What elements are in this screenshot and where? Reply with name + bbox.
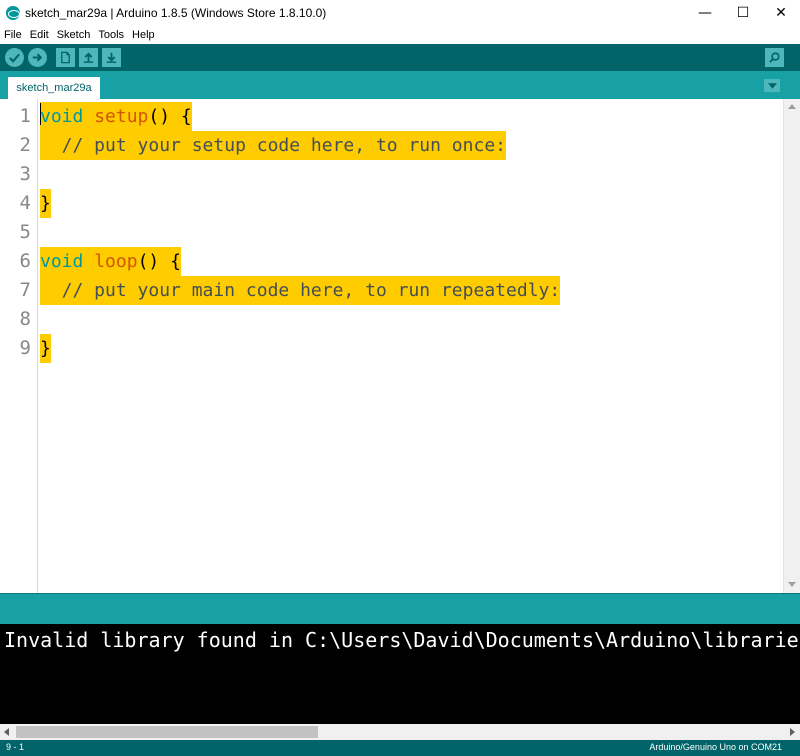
upload-button[interactable]: [28, 48, 47, 67]
verify-button[interactable]: [5, 48, 24, 67]
line-number: 6: [19, 250, 31, 272]
magnifier-icon: [769, 52, 780, 63]
keyword: void: [40, 251, 84, 272]
code-line: void loop() {: [40, 247, 181, 276]
line-number: 4: [19, 192, 31, 214]
scroll-right-icon[interactable]: [790, 728, 795, 736]
save-button[interactable]: [102, 48, 121, 67]
function-name: setup: [94, 106, 149, 127]
menu-help[interactable]: Help: [128, 29, 159, 41]
chevron-down-icon: [767, 82, 777, 89]
serial-monitor-button[interactable]: [765, 48, 784, 67]
tab-sketch[interactable]: sketch_mar29a: [8, 77, 100, 99]
new-button[interactable]: [56, 48, 75, 67]
minimize-button[interactable]: —: [686, 0, 724, 26]
line-number: 9: [19, 337, 31, 359]
board-port-label: Arduino/Genuino Uno on COM21: [649, 742, 782, 752]
console-output[interactable]: Invalid library found in C:\Users\David\…: [0, 624, 800, 724]
tab-bar: sketch_mar29a: [0, 71, 800, 99]
menu-sketch[interactable]: Sketch: [53, 29, 95, 41]
menu-bar: File Edit Sketch Tools Help: [0, 26, 800, 44]
cursor-position: 9 - 1: [6, 742, 25, 752]
line-number: 3: [19, 163, 31, 185]
verify-icon: [9, 53, 20, 63]
window-controls: — ☐ ✕: [686, 0, 800, 26]
vertical-scrollbar[interactable]: [783, 99, 800, 593]
code-line: }: [40, 334, 51, 363]
code-line: }: [40, 189, 51, 218]
code-line: void setup() {: [40, 102, 192, 131]
line-number: 8: [19, 308, 31, 330]
keyword: void: [40, 106, 84, 127]
line-number: 7: [19, 279, 31, 301]
window-title: sketch_mar29a | Arduino 1.8.5 (Windows S…: [25, 6, 327, 20]
menu-tools[interactable]: Tools: [94, 29, 128, 41]
title-bar: sketch_mar29a | Arduino 1.8.5 (Windows S…: [0, 0, 800, 26]
scrollbar-thumb[interactable]: [16, 726, 318, 738]
tab-menu-button[interactable]: [764, 79, 780, 92]
maximize-button[interactable]: ☐: [724, 0, 762, 26]
arduino-logo-icon: [6, 6, 20, 20]
punctuation: () {: [137, 251, 181, 272]
scroll-up-icon[interactable]: [788, 104, 796, 109]
code-editor[interactable]: 1 2 3 4 5 6 7 8 9 void setup() { // put …: [0, 99, 800, 593]
bottom-status-bar: 9 - 1 Arduino/Genuino Uno on COM21: [0, 740, 800, 756]
line-number: 5: [19, 221, 31, 243]
line-number: 1: [19, 105, 31, 127]
upload-icon: [32, 53, 43, 62]
toolbar: [0, 44, 800, 71]
code-line: // put your main code here, to run repea…: [40, 276, 561, 305]
open-button[interactable]: [79, 48, 98, 67]
code-line: // put your setup code here, to run once…: [40, 131, 506, 160]
function-name: loop: [94, 251, 138, 272]
scroll-down-icon[interactable]: [788, 582, 796, 587]
punctuation: () {: [148, 106, 192, 127]
save-icon: [106, 52, 117, 63]
open-icon: [83, 52, 94, 63]
console-horizontal-scrollbar[interactable]: [0, 724, 800, 740]
menu-file[interactable]: File: [0, 29, 26, 41]
new-icon: [61, 51, 70, 64]
menu-edit[interactable]: Edit: [26, 29, 53, 41]
line-number-gutter: 1 2 3 4 5 6 7 8 9: [0, 99, 38, 593]
line-number: 2: [19, 134, 31, 156]
scroll-left-icon[interactable]: [4, 728, 9, 736]
text-cursor: [40, 103, 41, 125]
console-message: Invalid library found in C:\Users\David\…: [4, 628, 800, 652]
message-area: [0, 593, 800, 624]
close-button[interactable]: ✕: [762, 0, 800, 26]
